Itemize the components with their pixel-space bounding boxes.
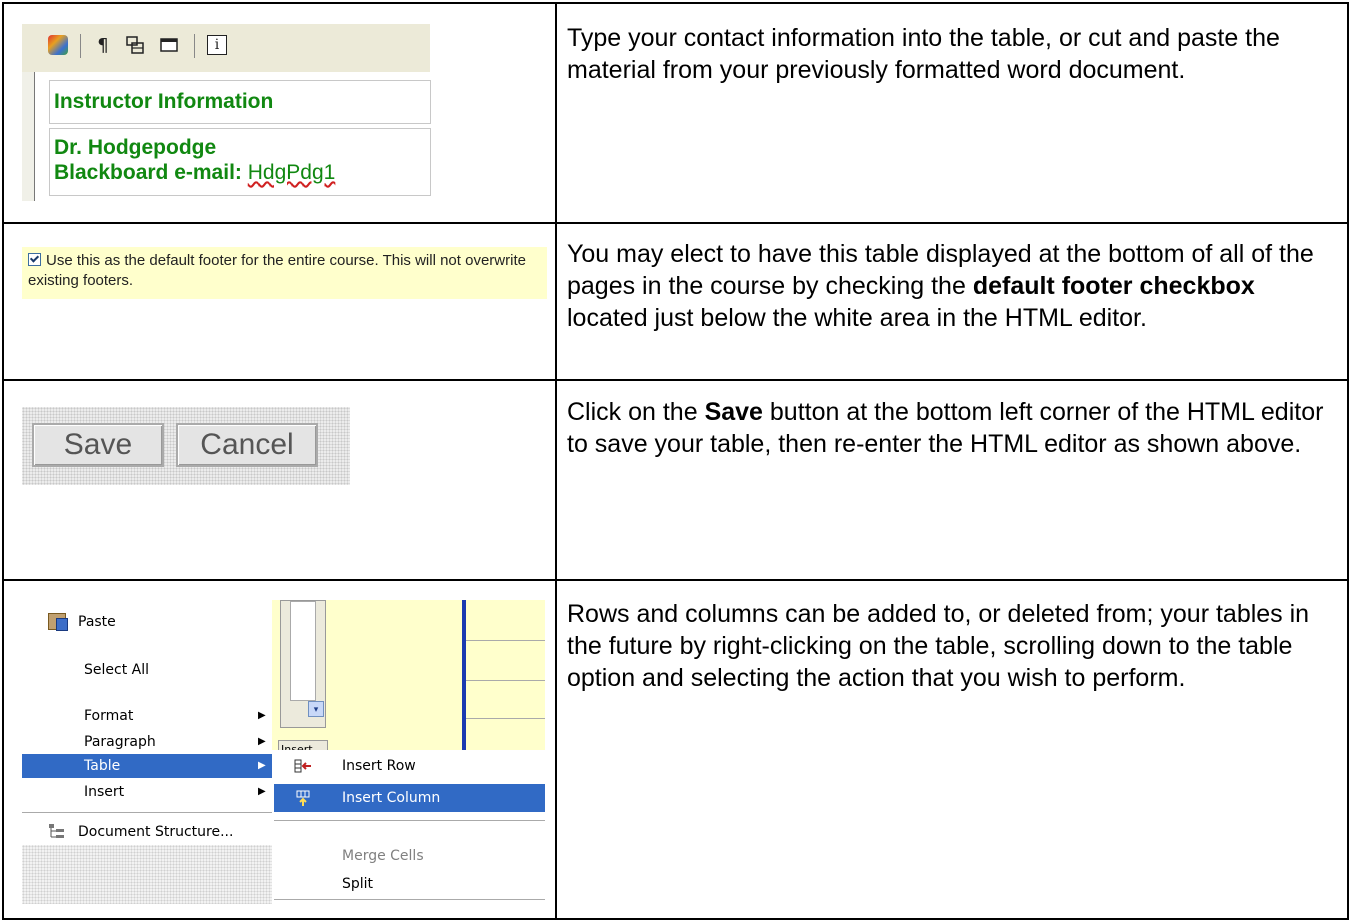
save-cancel-bar: Save Cancel — [22, 407, 350, 485]
submenu-item-insert-row[interactable]: Insert Row — [274, 752, 545, 780]
menu-item-label: Document Structure... — [78, 824, 234, 840]
row3-instructions: Click on the Save button at the bottom l… — [567, 396, 1337, 460]
table-icon[interactable] — [124, 34, 146, 56]
menu-item-document-structure[interactable]: Document Structure... — [22, 820, 272, 844]
email-value: HdgPdg1 — [247, 161, 336, 184]
contact-cell[interactable]: Dr. Hodgepodge Blackboard e-mail: HdgPdg… — [49, 128, 431, 196]
default-footer-label: Use this as the default footer for the e… — [28, 252, 526, 289]
row3-text-before: Click on the — [567, 398, 705, 426]
submenu-item-label: Split — [342, 876, 374, 892]
editor-content-area[interactable]: Instructor Information Dr. Hodgepodge Bl… — [34, 72, 431, 201]
editor-scroll-field[interactable] — [290, 601, 316, 701]
document-structure-icon — [48, 823, 66, 840]
context-menu-screenshot: ▾ Insert Paste Select All Format ▶ Parag… — [22, 600, 545, 904]
toolbar-separator — [194, 34, 195, 58]
table-heading-cell[interactable]: Instructor Information — [49, 80, 431, 124]
row2-text-after: located just below the white area in the… — [567, 304, 1147, 332]
grid-line — [466, 718, 545, 719]
instruction-table: ¶ i Instructor Information Dr. Hodgepodg… — [2, 2, 1349, 920]
table-border-left — [2, 2, 4, 920]
table-border-top — [2, 2, 1349, 4]
row-divider-3 — [2, 579, 1349, 581]
paste-icon — [48, 613, 68, 631]
menu-item-format[interactable]: Format ▶ — [22, 704, 272, 728]
submenu-item-label: Insert Column — [342, 790, 441, 806]
save-button[interactable]: Save — [32, 423, 164, 467]
pilcrow-icon[interactable]: ¶ — [94, 34, 112, 56]
cube-icon[interactable] — [48, 34, 68, 56]
submenu-item-split[interactable]: Split — [274, 870, 545, 898]
submenu-arrow-icon: ▶ — [258, 710, 266, 721]
row3-text-bold: Save — [704, 398, 763, 426]
table-cell-border — [462, 600, 466, 752]
info-icon[interactable]: i — [206, 34, 228, 56]
menu-separator — [22, 812, 272, 813]
email-label: Blackboard e-mail: — [54, 161, 242, 184]
instructor-name: Dr. Hodgepodge — [54, 136, 217, 159]
row-divider-2 — [2, 379, 1349, 381]
menu-item-label: Format — [84, 708, 134, 724]
table-border-bottom — [2, 918, 1349, 920]
menu-item-paragraph[interactable]: Paragraph ▶ — [22, 730, 272, 754]
menu-item-label: Insert — [84, 784, 125, 800]
menu-item-label: Paragraph — [84, 734, 156, 750]
dropdown-arrow-icon[interactable]: ▾ — [308, 701, 324, 717]
editor-toolbar: ¶ i — [22, 24, 430, 72]
submenu-item-label: Insert Row — [342, 758, 416, 774]
menu-item-label: Select All — [84, 662, 149, 678]
row-divider-1 — [2, 222, 1349, 224]
info-icon-glyph: i — [207, 35, 227, 55]
grid-line — [466, 680, 545, 681]
submenu-item-label: Merge Cells — [342, 848, 424, 864]
menu-item-label: Table — [84, 758, 121, 774]
menu-item-paste[interactable]: Paste — [22, 610, 272, 634]
row2-text-bold: default footer checkbox — [972, 272, 1255, 300]
row2-instructions: You may elect to have this table display… — [567, 238, 1337, 334]
cancel-button[interactable]: Cancel — [176, 423, 318, 467]
html-editor-snippet: ¶ i Instructor Information Dr. Hodgepodg… — [22, 24, 431, 201]
menu-item-select-all[interactable]: Select All — [22, 658, 272, 682]
submenu-separator — [274, 899, 545, 900]
submenu-arrow-icon: ▶ — [258, 736, 266, 747]
submenu-arrow-icon: ▶ — [258, 760, 266, 771]
menu-item-table[interactable]: Table ▶ — [22, 754, 272, 778]
insert-column-icon — [294, 789, 312, 807]
table-heading: Instructor Information — [54, 90, 274, 113]
column-divider — [555, 2, 557, 920]
submenu-item-insert-column[interactable]: Insert Column — [274, 784, 545, 812]
insert-row-icon — [294, 757, 312, 775]
grid-line — [466, 640, 545, 641]
submenu-item-merge-cells: Merge Cells — [274, 842, 545, 870]
table-submenu: Insert Row Insert Column Merge Cells Spl… — [274, 750, 545, 900]
row1-instructions: Type your contact information into the t… — [567, 24, 1280, 84]
row4-instructions: Rows and columns can be added to, or del… — [567, 600, 1310, 692]
box-icon[interactable] — [158, 34, 180, 56]
default-footer-option[interactable]: Use this as the default footer for the e… — [22, 247, 547, 299]
menu-item-label: Paste — [78, 614, 116, 630]
email-line: Blackboard e-mail: HdgPdg1 — [54, 160, 430, 185]
menu-item-insert[interactable]: Insert ▶ — [22, 780, 272, 804]
editor-scroll-frame: ▾ — [280, 600, 326, 728]
toolbar-separator — [80, 34, 81, 58]
dotted-background — [22, 845, 272, 904]
submenu-separator — [274, 820, 545, 821]
default-footer-checkbox[interactable] — [28, 253, 41, 266]
submenu-arrow-icon: ▶ — [258, 786, 266, 797]
table-border-right — [1347, 2, 1349, 920]
